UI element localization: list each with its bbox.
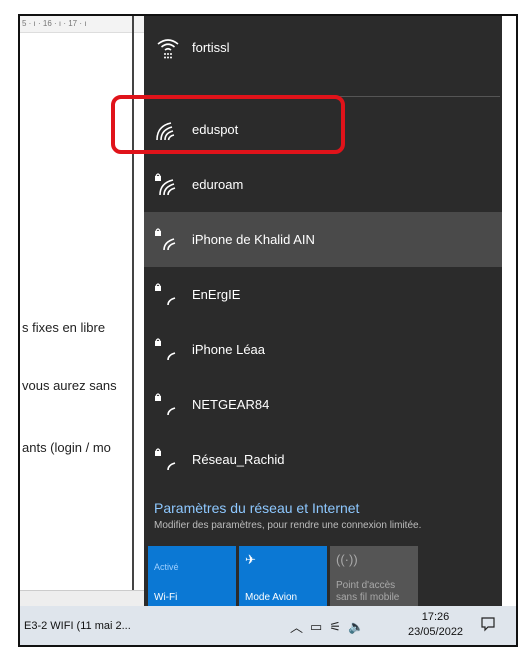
tile-state: Activé bbox=[154, 562, 179, 572]
network-name: Réseau_Rachid bbox=[192, 452, 285, 467]
wifi-secured-icon bbox=[155, 448, 176, 471]
document-text-line: s fixes en libre bbox=[22, 320, 106, 335]
clock[interactable]: 17:26 23/05/2022 bbox=[408, 610, 463, 640]
clock-time: 17:26 bbox=[421, 611, 450, 623]
network-item-netgear84[interactable]: NETGEAR84 bbox=[144, 377, 502, 432]
airplane-mode-tile[interactable]: ✈ Mode Avion bbox=[239, 546, 327, 608]
wifi-connected-icon bbox=[157, 39, 179, 59]
network-flyout: fortissl eduspot eduroam iPhone de Khali… bbox=[111, 16, 502, 608]
ruler: 5 · ı · 16 · ı · 17 · ı bbox=[20, 16, 148, 33]
document-scroll-bar[interactable] bbox=[20, 590, 146, 607]
network-settings-subtitle: Modifier des paramètres, pour rendre une… bbox=[154, 520, 422, 531]
wifi-secured-icon bbox=[155, 338, 176, 361]
tile-label: Wi-Fi bbox=[154, 592, 178, 603]
document-text-line: ants (login / mo bbox=[22, 440, 111, 455]
taskbar-app-button[interactable]: E3-2 WIFI (11 mai 2... bbox=[20, 606, 175, 645]
highlight-annotation bbox=[111, 95, 345, 154]
tile-label: Mode Avion bbox=[245, 592, 298, 603]
battery-icon[interactable]: ▭ bbox=[310, 619, 322, 635]
network-name: iPhone de Khalid AIN bbox=[192, 232, 315, 247]
network-item-energie[interactable]: EnErgIE bbox=[144, 267, 502, 322]
volume-icon[interactable]: 🔈 bbox=[348, 619, 364, 635]
chevron-up-icon[interactable]: ︿ bbox=[290, 617, 303, 636]
network-item-eduroam[interactable]: eduroam bbox=[144, 157, 502, 212]
network-name: eduroam bbox=[192, 177, 244, 192]
network-icon[interactable]: ⚟ bbox=[329, 619, 341, 635]
wifi-toggle-tile[interactable]: Activé Wi-Fi bbox=[148, 546, 236, 608]
network-name: fortissl bbox=[192, 40, 230, 55]
airplane-icon: ✈ bbox=[245, 552, 256, 567]
network-item-iphone-leaa[interactable]: iPhone Léaa bbox=[144, 322, 502, 377]
network-name: EnErgIE bbox=[192, 287, 241, 302]
wifi-secured-icon bbox=[155, 228, 176, 251]
hotspot-icon: ((·)) bbox=[336, 552, 358, 567]
document-text-line: vous aurez sans bbox=[22, 378, 117, 393]
system-tray: ︿ ▭ ⚟ 🔈 bbox=[290, 606, 364, 645]
network-name: iPhone Léaa bbox=[192, 342, 266, 357]
network-name: NETGEAR84 bbox=[192, 397, 270, 412]
tile-label: Point d'accès sans fil mobile bbox=[336, 580, 400, 603]
wifi-secured-icon bbox=[155, 393, 176, 416]
wifi-secured-icon bbox=[155, 283, 176, 306]
taskbar: E3-2 WIFI (11 mai 2... ︿ ▭ ⚟ 🔈 17:26 23/… bbox=[20, 606, 516, 645]
clock-date: 23/05/2022 bbox=[408, 626, 464, 638]
network-settings: Paramètres du réseau et Internet Modifie… bbox=[154, 500, 421, 531]
network-item-reseau-rachid[interactable]: Réseau_Rachid bbox=[144, 432, 502, 487]
network-settings-link[interactable]: Paramètres du réseau et Internet bbox=[154, 500, 421, 516]
wifi-secured-icon bbox=[155, 173, 176, 196]
network-item-fortissl[interactable]: fortissl bbox=[144, 20, 502, 75]
network-item-iphone-khalid[interactable]: iPhone de Khalid AIN bbox=[144, 212, 502, 267]
mobile-hotspot-tile[interactable]: ((·)) Point d'accès sans fil mobile bbox=[330, 546, 418, 608]
screenshot-frame: 5 · ı · 16 · ı · 17 · ı s fixes en libre… bbox=[18, 14, 518, 647]
notification-icon[interactable] bbox=[480, 616, 496, 632]
